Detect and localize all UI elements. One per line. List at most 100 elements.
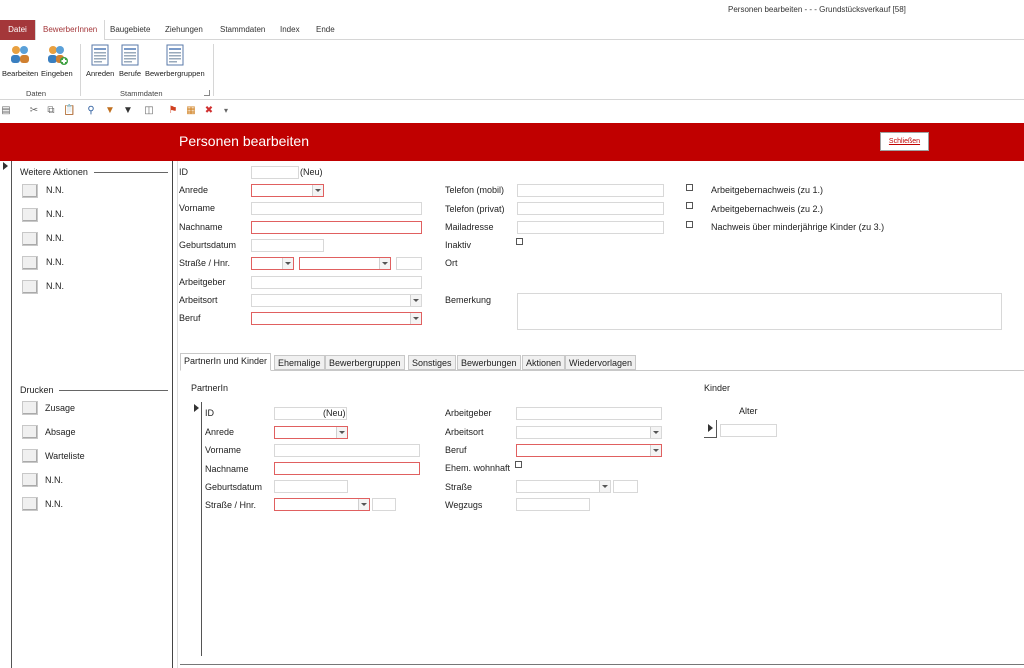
close-button[interactable]: Schließen — [880, 132, 929, 151]
bewerbergruppen-button[interactable]: Bewerbergruppen — [145, 44, 205, 78]
customize-icon[interactable]: ▾ — [220, 105, 232, 117]
partner-nachname-field[interactable] — [274, 462, 420, 475]
bemerkung-field[interactable] — [517, 293, 1002, 330]
nachweis3-checkbox[interactable] — [686, 221, 693, 228]
action-button-2[interactable] — [22, 208, 38, 222]
kinder-record-selector[interactable] — [704, 420, 717, 438]
partner-ehem-checkbox[interactable] — [515, 461, 522, 468]
partner-wegzugs-field[interactable] — [516, 498, 590, 511]
kinder-alter-field[interactable] — [720, 424, 777, 437]
action-button-4[interactable] — [22, 256, 38, 270]
chevron-down-icon[interactable] — [336, 427, 347, 438]
chevron-down-icon[interactable] — [599, 481, 610, 492]
partner-strasse-select[interactable] — [274, 498, 370, 511]
chevron-down-icon[interactable] — [650, 445, 661, 456]
chevron-down-icon[interactable] — [410, 295, 421, 306]
nachname-field[interactable] — [251, 221, 422, 234]
partner-id-value: (Neu) — [323, 408, 346, 418]
strasse-select[interactable] — [299, 257, 391, 270]
print-label: Absage — [45, 427, 76, 437]
arbeitgeber-field[interactable] — [251, 276, 422, 289]
arbeitsort-select[interactable] — [251, 294, 422, 307]
action-label: N.N. — [46, 209, 64, 219]
geburtsdatum-label: Geburtsdatum — [179, 240, 237, 250]
partner-beruf-select[interactable] — [516, 444, 662, 457]
tab-bewerbungen[interactable]: Bewerbungen — [457, 355, 521, 370]
find-icon[interactable]: ⚲ — [85, 105, 97, 117]
paste-icon[interactable]: 📋 — [63, 105, 75, 117]
ort-label: Ort — [445, 258, 458, 268]
partner-arbeitsort-select[interactable] — [516, 426, 662, 439]
partner-geburtsdatum-field[interactable] — [274, 480, 348, 493]
copy-icon[interactable]: ⧉ — [45, 105, 57, 117]
mailadresse-field[interactable] — [517, 221, 664, 234]
tab-sonstiges[interactable]: Sonstiges — [408, 355, 456, 370]
anrede-select[interactable] — [251, 184, 324, 197]
bearbeiten-button[interactable]: Bearbeiten — [2, 44, 38, 78]
record-selector-icon[interactable] — [3, 162, 8, 170]
tab-stammdaten[interactable]: Stammdaten — [213, 20, 272, 40]
telefon-privat-field[interactable] — [517, 202, 664, 215]
inaktiv-checkbox[interactable] — [516, 238, 523, 245]
tab-datei[interactable]: Datei — [0, 20, 35, 40]
action-button-1[interactable] — [22, 184, 38, 198]
print-warteliste-button[interactable] — [22, 449, 38, 463]
partner-arbeitgeber-label: Arbeitgeber — [445, 408, 492, 418]
tab-index[interactable]: Index — [273, 20, 307, 40]
vorname-field[interactable] — [251, 202, 422, 215]
eingeben-button[interactable]: Eingeben — [41, 44, 73, 78]
print-absage-button[interactable] — [22, 425, 38, 439]
action-button-5[interactable] — [22, 280, 38, 294]
chevron-down-icon[interactable] — [358, 499, 369, 510]
filter-edit-icon[interactable]: ▼ — [104, 105, 116, 117]
nachweis2-checkbox[interactable] — [686, 202, 693, 209]
flag-icon[interactable]: ⚑ — [167, 105, 179, 117]
view-icon[interactable]: ▤ — [0, 105, 12, 117]
partner-strasse2-select[interactable] — [516, 480, 611, 493]
save-icon[interactable]: ▦ — [185, 105, 197, 117]
bemerkung-label: Bemerkung — [445, 295, 492, 305]
tab-wiedervorlagen[interactable]: Wiedervorlagen — [565, 355, 637, 370]
partner-vorname-field[interactable] — [274, 444, 420, 457]
print-zusage-button[interactable] — [22, 401, 38, 415]
chevron-down-icon[interactable] — [282, 258, 293, 269]
hausnummer-field[interactable] — [396, 257, 422, 270]
filter-icon[interactable]: ▼ — [122, 105, 134, 117]
chevron-down-icon[interactable] — [410, 313, 421, 324]
partner-hausnummer-field[interactable] — [372, 498, 396, 511]
geburtsdatum-field[interactable] — [251, 239, 324, 252]
chevron-down-icon[interactable] — [312, 185, 323, 196]
nachweis1-checkbox[interactable] — [686, 184, 693, 191]
record-selector-icon — [708, 424, 713, 432]
tab-ehemalige[interactable]: Ehemalige — [274, 355, 325, 370]
chevron-down-icon[interactable] — [650, 427, 661, 438]
partner-hnr2-field[interactable] — [613, 480, 638, 493]
delete-icon[interactable]: ✖ — [203, 105, 215, 117]
id-label: ID — [179, 167, 188, 177]
beruf-select[interactable] — [251, 312, 422, 325]
berufe-button[interactable]: Berufe — [119, 44, 141, 78]
action-label: N.N. — [46, 281, 64, 291]
tab-baugebiete[interactable]: Baugebiete — [103, 20, 157, 40]
tab-ende[interactable]: Ende — [309, 20, 342, 40]
record-selector-icon[interactable] — [194, 404, 199, 412]
partner-anrede-select[interactable] — [274, 426, 348, 439]
chevron-down-icon[interactable] — [379, 258, 390, 269]
divider — [201, 402, 202, 656]
arbeitsort-label: Arbeitsort — [179, 295, 218, 305]
tab-partnerin-kinder[interactable]: PartnerIn und Kinder — [180, 353, 272, 371]
cut-icon[interactable]: ✂ — [28, 105, 40, 117]
print-button-4[interactable] — [22, 473, 38, 487]
print-button-5[interactable] — [22, 497, 38, 511]
action-button-3[interactable] — [22, 232, 38, 246]
tab-aktionen[interactable]: Aktionen — [522, 355, 566, 370]
anreden-button[interactable]: Anreden — [86, 44, 114, 78]
tab-bewerbergruppen[interactable]: Bewerbergruppen — [325, 355, 405, 370]
page-icon[interactable]: ◫ — [143, 105, 155, 117]
tab-ziehungen[interactable]: Ziehungen — [158, 20, 210, 40]
dialog-launcher-icon[interactable] — [204, 90, 210, 96]
partner-arbeitgeber-field[interactable] — [516, 407, 662, 420]
tab-bewerberinnen[interactable]: BewerberInnen — [35, 20, 106, 41]
ort-select[interactable] — [251, 257, 294, 270]
telefon-mobil-field[interactable] — [517, 184, 664, 197]
